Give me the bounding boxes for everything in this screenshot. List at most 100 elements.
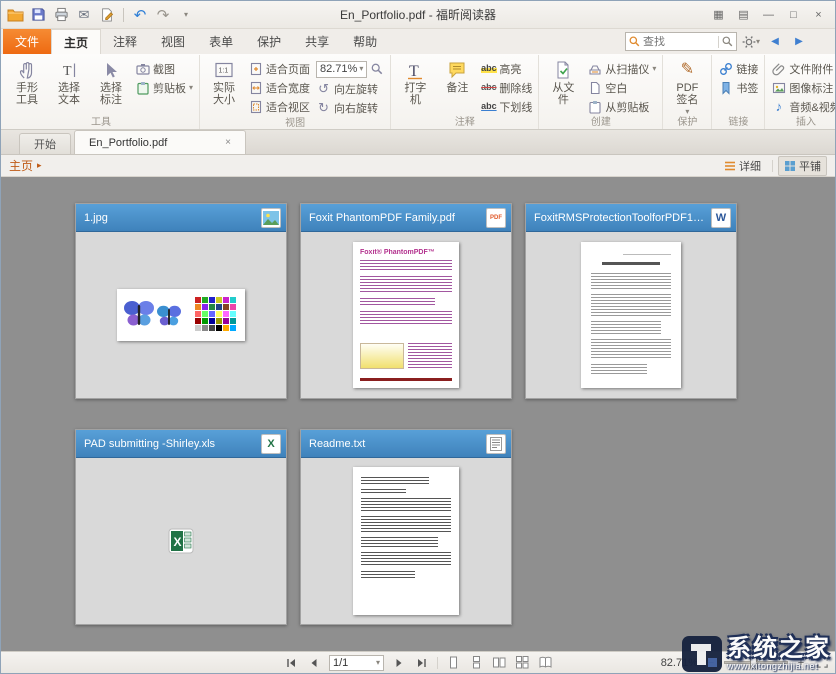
zoom-out-button[interactable]: − — [703, 655, 719, 671]
select-annotation-button[interactable]: 选择标注 — [90, 55, 132, 106]
redo-button[interactable]: ↷ — [153, 5, 173, 25]
single-page-view-button[interactable] — [445, 655, 461, 671]
open-file-button[interactable] — [5, 5, 25, 25]
snapshot-button[interactable]: 截图 — [132, 59, 196, 78]
printer-icon — [54, 7, 69, 22]
fit-width-button[interactable]: 适合宽度 — [245, 78, 313, 97]
qat-customize-button[interactable]: ▾ — [176, 5, 196, 25]
ribbon-group-view: 1:1 实际大小 适合页面 适合宽度 适合视区 — [200, 55, 391, 129]
ribbon-tab-row: 文件 主页 注释 视图 表单 保护 共享 帮助 ▾ ◀ ▶ — [1, 29, 835, 54]
status-bar: ▾ 82.71% − + — [1, 651, 835, 673]
tab-form[interactable]: 表单 — [197, 29, 245, 54]
tab-help[interactable]: 帮助 — [341, 29, 389, 54]
file-attachment-button[interactable]: 文件附件 — [768, 59, 836, 78]
create-blank-button[interactable]: 空白 — [584, 78, 659, 97]
fit-page-button[interactable]: 适合页面 — [245, 59, 313, 78]
strikeout-button[interactable]: abc 删除线 — [478, 78, 535, 97]
create-from-scanner-button[interactable]: 从扫描仪 ▾ — [584, 59, 659, 78]
tab-file[interactable]: 文件 — [3, 29, 51, 54]
close-icon: × — [815, 9, 821, 21]
window-controls: ▦ ▤ — □ × — [706, 5, 831, 24]
find-input[interactable] — [643, 36, 715, 48]
zoom-combobox[interactable]: 82.71% ▾ — [316, 61, 367, 78]
doc-tab-portfolio[interactable]: En_Portfolio.pdf × — [74, 130, 246, 154]
typewriter-button[interactable]: T 打字机 — [394, 55, 436, 106]
portfolio-card-txt[interactable]: Readme.txt — [300, 429, 512, 625]
page-number-input[interactable] — [333, 657, 373, 669]
tab-view[interactable]: 视图 — [149, 29, 197, 54]
search-icon — [629, 36, 640, 47]
chevron-down-icon: ▾ — [685, 108, 689, 116]
zoom-slider[interactable] — [724, 657, 788, 669]
strikeout-icon: abc — [481, 80, 496, 95]
tab-protect[interactable]: 保护 — [245, 29, 293, 54]
app-window: ✉ ↶ ↷ ▾ En_Portfolio.pdf - 福昕阅读器 ▦ ▤ — □… — [0, 0, 836, 674]
settings-button[interactable]: ▾ — [741, 32, 761, 52]
card-thumbnail: X — [76, 458, 286, 624]
rotate-right-button[interactable]: ↻ 向右旋转 — [313, 98, 387, 117]
hand-tool-button[interactable]: 手形工具 — [6, 55, 48, 106]
portfolio-toolbar: 主页 ▸ 详细 平铺 — [1, 155, 835, 177]
note-button[interactable]: 备注 — [436, 55, 478, 94]
chevron-left-icon: ◀ — [771, 36, 779, 47]
previous-view-button[interactable]: ◀ — [765, 32, 785, 52]
zoom-percentage: 82.71% — [661, 657, 698, 669]
undo-button[interactable]: ↶ — [130, 5, 150, 25]
rotate-left-icon: ↺ — [316, 81, 331, 96]
image-annotation-button[interactable]: 图像标注 — [768, 78, 836, 97]
next-page-button[interactable] — [391, 655, 407, 671]
create-from-clipboard-button[interactable]: 从剪贴板 — [584, 97, 659, 116]
view-mode-tile-button[interactable]: 平铺 — [778, 156, 827, 176]
maximize-button[interactable]: □ — [781, 5, 806, 24]
workspace-layout-button[interactable]: ▦ — [706, 5, 731, 24]
last-page-button[interactable] — [414, 655, 430, 671]
export-button[interactable] — [97, 5, 117, 25]
create-from-file-button[interactable]: 从文件 — [542, 55, 584, 106]
find-divider — [718, 36, 719, 48]
previous-page-button[interactable] — [306, 655, 322, 671]
skin-switch-button[interactable]: ▤ — [731, 5, 756, 24]
portfolio-card-word[interactable]: FoxitRMSProtectionToolforPDF1.0_read W — [525, 203, 737, 399]
continuous-view-button[interactable] — [468, 655, 484, 671]
actual-size-button[interactable]: 1:1 实际大小 — [203, 55, 245, 106]
quick-access-toolbar: ✉ ↶ ↷ ▾ — [5, 5, 196, 25]
underline-button[interactable]: abc 下划线 — [478, 97, 535, 116]
next-view-button[interactable]: ▶ — [789, 32, 809, 52]
save-button[interactable] — [28, 5, 48, 25]
tab-home[interactable]: 主页 — [51, 29, 101, 54]
print-button[interactable] — [51, 5, 71, 25]
bookmark-button[interactable]: 书签 — [715, 78, 761, 97]
highlight-button[interactable]: abc 高亮 — [478, 59, 535, 78]
email-button[interactable]: ✉ — [74, 5, 94, 25]
zoom-in-button[interactable]: + — [793, 655, 809, 671]
zoom-slider-thumb[interactable] — [750, 657, 757, 669]
select-text-button[interactable]: T 选择文本 — [48, 55, 90, 106]
doc-tab-start[interactable]: 开始 — [19, 133, 71, 154]
svg-text:T: T — [63, 64, 72, 79]
minimize-button[interactable]: — — [756, 5, 781, 24]
portfolio-card-jpg[interactable]: 1.jpg — [75, 203, 287, 399]
rotate-left-button[interactable]: ↺ 向左旋转 — [313, 79, 387, 98]
clipboard-button[interactable]: 剪贴板 ▾ — [132, 78, 196, 97]
audio-video-button[interactable]: ♪ 音频&视频 — [768, 97, 836, 116]
first-page-button[interactable] — [283, 655, 299, 671]
facing-view-button[interactable] — [491, 655, 507, 671]
portfolio-card-pdf[interactable]: Foxit PhantomPDF Family.pdf PDF Foxit® P… — [300, 203, 512, 399]
pdf-sign-button[interactable]: ✎ PDF签名 ▾ — [666, 55, 708, 116]
tab-close-icon[interactable]: × — [225, 137, 231, 148]
close-button[interactable]: × — [806, 5, 831, 24]
tab-share[interactable]: 共享 — [293, 29, 341, 54]
fit-visible-button[interactable]: 适合视区 — [245, 97, 313, 116]
fullscreen-button[interactable] — [814, 655, 830, 671]
find-options-button[interactable] — [722, 36, 733, 47]
view-mode-detail-button[interactable]: 详细 — [718, 156, 767, 176]
breadcrumb-home[interactable]: 主页 — [9, 157, 33, 174]
continuous-facing-view-button[interactable] — [514, 655, 530, 671]
link-button[interactable]: 链接 — [715, 59, 761, 78]
book-view-button[interactable] — [537, 655, 553, 671]
magnifier-button[interactable] — [367, 59, 387, 79]
portfolio-card-excel[interactable]: PAD submitting -Shirley.xls X X — [75, 429, 287, 625]
breadcrumb[interactable]: 主页 ▸ — [9, 157, 42, 174]
svg-text:T: T — [409, 63, 419, 80]
tab-comment[interactable]: 注释 — [101, 29, 149, 54]
